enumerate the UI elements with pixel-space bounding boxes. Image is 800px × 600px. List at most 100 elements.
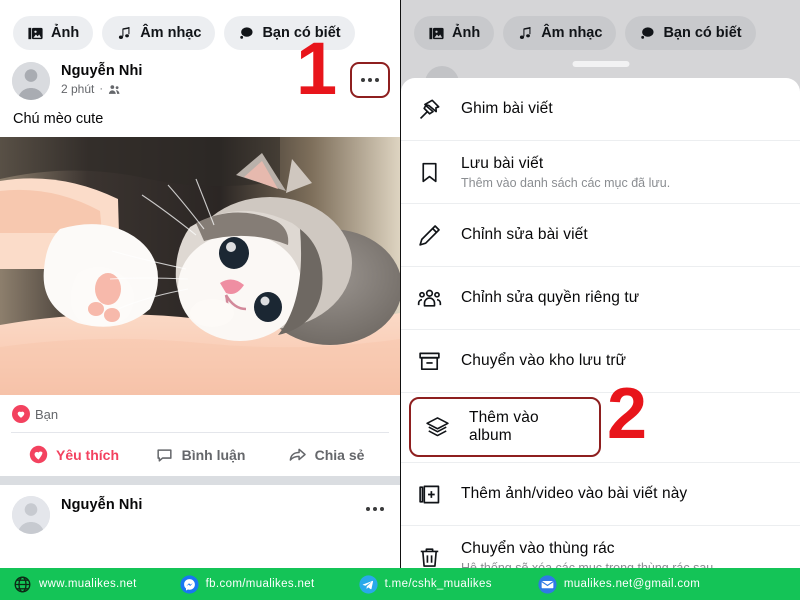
feed-separator xyxy=(0,476,400,485)
heart-reaction-icon xyxy=(12,405,30,423)
composer-chip-photo[interactable]: Ảnh xyxy=(13,16,94,50)
composer-chip-didyouknow[interactable]: Bạn có biết xyxy=(224,16,355,50)
menu-item-title: Lưu bài viết xyxy=(461,154,544,172)
composer-chip-photo-label: Ảnh xyxy=(51,25,80,41)
menu-item-description: Hệ thống sẽ xóa các mục trong thùng rác … xyxy=(461,560,714,569)
default-avatar-icon xyxy=(12,62,50,100)
composer-chip-music[interactable]: Âm nhạc xyxy=(102,16,216,50)
post-options-sheet: Ghim bài viết Lưu bài viết Thêm vào danh… xyxy=(401,78,800,568)
composer-chip-photo[interactable]: Ảnh xyxy=(414,16,495,50)
default-avatar-icon xyxy=(12,496,50,534)
bookmark-icon xyxy=(417,160,447,185)
reaction-button-comment[interactable]: Bình luận xyxy=(137,445,263,464)
footer-watermark-banner: www.mualikes.net fb.com/mualikes.net t.m… xyxy=(0,568,800,600)
footer-item-email-label: mualikes.net@gmail.com xyxy=(563,578,701,590)
menu-item-title: Thêm ảnh/video vào bài viết này xyxy=(461,485,688,502)
reaction-summary: Bạn xyxy=(0,395,400,432)
menu-item-title: Chuyển vào thùng rác xyxy=(461,539,615,557)
music-note-icon xyxy=(520,26,531,39)
menu-item-pin-post[interactable]: Ghim bài viết xyxy=(401,78,800,141)
globe-icon xyxy=(14,576,31,592)
footer-item-website[interactable]: www.mualikes.net xyxy=(13,575,137,594)
post-author-name[interactable]: Nguyễn Nhi xyxy=(61,63,143,79)
menu-item-text: Ghim bài viết xyxy=(461,100,553,118)
menu-item-add-to-album[interactable]: Thêm vào album xyxy=(409,397,601,457)
menu-item-save-post[interactable]: Lưu bài viết Thêm vào danh sách các mục … xyxy=(401,141,800,204)
menu-item-title: Thêm vào album xyxy=(469,409,539,444)
messenger-icon xyxy=(180,574,199,594)
avatar[interactable] xyxy=(12,496,50,534)
composer-chip-music[interactable]: Âm nhạc xyxy=(503,16,617,50)
heart-icon xyxy=(29,445,48,464)
footer-item-telegram[interactable]: t.me/cshk_mualikes xyxy=(358,574,492,594)
menu-item-text: Chỉnh sửa quyền riêng tư xyxy=(461,289,639,307)
panel-divider xyxy=(400,0,401,568)
post-meta: Nguyễn Nhi 2 phút · xyxy=(61,62,143,96)
post-author-name[interactable]: Nguyễn Nhi xyxy=(61,497,143,513)
post-header: Nguyễn Nhi 2 phút · xyxy=(0,50,400,100)
post-subline: 2 phút · xyxy=(61,82,143,96)
friends-icon xyxy=(108,84,120,94)
menu-item-title: Chỉnh sửa quyền riêng tư xyxy=(461,289,640,306)
next-post-preview: Nguyễn Nhi xyxy=(0,485,400,534)
footer-item-facebook[interactable]: fb.com/mualikes.net xyxy=(180,574,315,594)
sheet-drag-handle[interactable] xyxy=(572,61,629,67)
composer-chip-music-label: Âm nhạc xyxy=(541,25,603,41)
avatar[interactable] xyxy=(12,62,50,100)
people-icon xyxy=(417,286,447,311)
menu-item-text: Chuyển vào thùng rác Hệ thống sẽ xóa các… xyxy=(461,540,713,569)
footer-item-website-label: www.mualikes.net xyxy=(39,578,137,590)
post-body-text: Chú mèo cute xyxy=(13,111,104,127)
share-icon xyxy=(289,448,306,461)
ellipsis-dot xyxy=(375,78,379,82)
reaction-button-share-label: Chia sẻ xyxy=(314,446,365,463)
speech-bubble-icon xyxy=(641,26,654,39)
composer-chip-row: Ảnh Âm nhạc Bạn có biết xyxy=(0,0,400,50)
menu-item-add-to-album-wrapper: Thêm vào album xyxy=(401,393,800,463)
menu-item-title: Ghim bài viết xyxy=(461,100,553,117)
reaction-action-bar: Yêu thích Bình luận Chia sẻ xyxy=(11,432,389,476)
add-media-icon xyxy=(417,482,447,507)
menu-item-text: Lưu bài viết Thêm vào danh sách các mục … xyxy=(461,155,670,190)
archive-icon xyxy=(417,349,447,374)
reaction-button-love[interactable]: Yêu thích xyxy=(11,445,137,464)
photo-icon xyxy=(28,27,43,39)
speech-bubble-icon xyxy=(240,26,253,39)
reaction-button-share[interactable]: Chia sẻ xyxy=(263,445,389,464)
composer-chip-didyouknow[interactable]: Bạn có biết xyxy=(625,16,756,50)
post-photo[interactable] xyxy=(0,137,400,395)
footer-item-email[interactable]: mualikes.net@gmail.com xyxy=(538,574,701,594)
footer-item-facebook-label: fb.com/mualikes.net xyxy=(205,578,315,590)
post-timestamp: 2 phút xyxy=(61,82,95,96)
menu-item-text: Thêm vào album xyxy=(469,409,585,445)
menu-item-add-photo-video[interactable]: Thêm ảnh/video vào bài viết này xyxy=(401,463,800,526)
photo-icon xyxy=(429,27,444,39)
composer-chip-row-dimmed: Ảnh Âm nhạc Bạn có biết xyxy=(401,0,800,50)
menu-item-title: Chuyển vào kho lưu trữ xyxy=(461,352,627,369)
layers-icon xyxy=(425,415,455,440)
post-meta: Nguyễn Nhi xyxy=(61,496,143,513)
composer-chip-music-label: Âm nhạc xyxy=(140,25,202,41)
menu-item-move-to-archive[interactable]: Chuyển vào kho lưu trữ xyxy=(401,330,800,393)
menu-item-text: Chuyển vào kho lưu trữ xyxy=(461,352,626,370)
pencil-icon xyxy=(417,223,447,248)
screenshot-root: Ảnh Âm nhạc Bạn có biết Nguyễn Nhi 2 phú… xyxy=(0,0,800,600)
ellipsis-dot xyxy=(368,78,372,82)
menu-item-edit-privacy[interactable]: Chỉnh sửa quyền riêng tư xyxy=(401,267,800,330)
composer-chip-photo-label: Ảnh xyxy=(452,25,481,41)
menu-item-text: Thêm ảnh/video vào bài viết này xyxy=(461,485,687,503)
post-separator: · xyxy=(99,82,104,95)
kitten-photo-illustration xyxy=(0,137,400,395)
menu-item-title: Chỉnh sửa bài viết xyxy=(461,226,588,243)
composer-chip-didyouknow-label: Bạn có biết xyxy=(262,25,341,41)
reaction-summary-label[interactable]: Bạn xyxy=(35,407,58,422)
menu-item-edit-post[interactable]: Chỉnh sửa bài viết xyxy=(401,204,800,267)
post-more-options-button[interactable] xyxy=(366,507,384,511)
ellipsis-dot xyxy=(361,78,365,82)
comment-icon xyxy=(157,449,172,462)
menu-item-move-to-trash[interactable]: Chuyển vào thùng rác Hệ thống sẽ xóa các… xyxy=(401,526,800,568)
post-more-options-button[interactable] xyxy=(350,62,390,98)
music-note-icon xyxy=(119,26,130,39)
menu-item-description: Thêm vào danh sách các mục đã lưu. xyxy=(461,175,671,190)
menu-item-text: Chỉnh sửa bài viết xyxy=(461,226,588,244)
